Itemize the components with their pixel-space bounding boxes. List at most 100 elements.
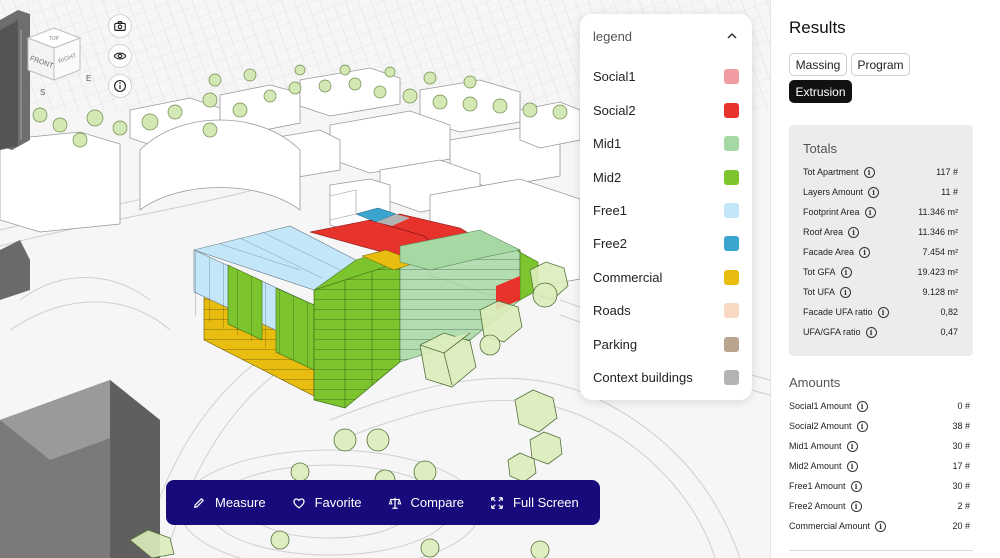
totals-label: Tot UFA [803, 287, 836, 297]
amounts-label: Commercial Amount [789, 521, 871, 531]
legend-item-free1: Free1 [593, 200, 739, 220]
info-icon[interactable]: i [877, 306, 889, 318]
amounts-row: Free1 Amount i 30 # [789, 479, 970, 493]
totals-row: Footprint Area i 11.346 m² [803, 205, 958, 219]
totals-label: Tot GFA [803, 267, 836, 277]
totals-row: UFA/GFA ratio i 0,47 [803, 325, 958, 339]
amounts-row: Mid1 Amount i 30 # [789, 439, 970, 453]
info-icon[interactable]: i [846, 440, 858, 452]
legend-item-commercial: Commercial [593, 267, 739, 287]
camera-button[interactable] [108, 14, 132, 38]
amounts-label: Social1 Amount [789, 401, 852, 411]
info-icon[interactable]: i [856, 420, 868, 432]
info-icon[interactable]: i [859, 246, 871, 258]
totals-value: 19.423 m² [917, 267, 958, 277]
totals-value: 11.346 m² [918, 207, 958, 217]
amounts-value: 0 # [957, 401, 970, 411]
legend-title: legend [593, 28, 633, 44]
3d-viewport[interactable]: TOP FRONT RIGHT E S legend Social1 Socia… [0, 0, 770, 558]
tab-extrusion[interactable]: Extrusion [789, 80, 852, 103]
favorite-button[interactable]: Favorite [292, 495, 362, 510]
info-icon[interactable]: i [846, 460, 858, 472]
favorite-label: Favorite [314, 495, 362, 510]
info-icon[interactable]: i [875, 520, 887, 532]
amounts-value: 2 # [957, 501, 970, 511]
info-icon[interactable]: i [848, 226, 860, 238]
full-screen-button[interactable]: Full Screen [490, 495, 579, 510]
legend-panel: legend Social1 Social2 Mid1 Mid2 Free1 F… [580, 14, 752, 400]
legend-swatch [724, 68, 739, 84]
full-screen-label: Full Screen [513, 495, 579, 510]
legend-item-social1: Social1 [593, 66, 739, 86]
chevron-up-icon[interactable] [726, 30, 738, 42]
legend-swatch [724, 169, 739, 185]
legend-label: Parking [593, 336, 638, 352]
totals-row: Tot Apartment i 117 # [803, 165, 958, 179]
legend-label: Social2 [593, 102, 636, 118]
measure-button[interactable]: Measure [192, 495, 266, 510]
totals-row: Roof Area i 11.346 m² [803, 225, 958, 239]
info-icon[interactable]: i [863, 166, 875, 178]
info-icon[interactable]: i [840, 286, 852, 298]
compare-label: Compare [410, 495, 465, 510]
amounts-row: Social1 Amount i 0 # [789, 399, 970, 413]
totals-label: Roof Area [803, 227, 844, 237]
info-icon[interactable]: i [868, 186, 880, 198]
results-panel: Results Massing Program Extrusion Totals… [770, 0, 1000, 558]
amounts-label: Mid1 Amount [789, 441, 842, 451]
scale-icon [388, 497, 401, 509]
info-icon[interactable]: i [850, 500, 862, 512]
view-cube-top[interactable]: TOP [49, 36, 60, 42]
legend-swatch [724, 102, 739, 118]
view-cube[interactable]: TOP FRONT RIGHT [22, 22, 86, 86]
info-icon[interactable]: i [856, 400, 868, 412]
results-title: Results [789, 18, 846, 37]
legend-swatch [724, 269, 739, 285]
amounts-value: 38 # [952, 421, 970, 431]
info-icon [114, 80, 126, 92]
amounts-label: Free1 Amount [789, 481, 846, 491]
legend-label: Social1 [593, 68, 636, 84]
pencil-icon [194, 497, 204, 508]
info-icon[interactable]: i [840, 266, 852, 278]
amounts-title: Amounts [789, 375, 841, 390]
legend-header[interactable]: legend [580, 14, 752, 58]
expand-icon [491, 496, 503, 509]
amounts-row: Social2 Amount i 38 # [789, 419, 970, 433]
tab-program[interactable]: Program [851, 53, 910, 76]
visibility-button[interactable] [108, 44, 132, 68]
totals-label: Tot Apartment [803, 167, 859, 177]
totals-label: Layers Amount [803, 187, 864, 197]
totals-label: Footprint Area [803, 207, 860, 217]
amounts-value: 30 # [952, 481, 970, 491]
info-icon[interactable]: i [865, 326, 877, 338]
legend-label: Mid2 [593, 169, 622, 185]
totals-row: Layers Amount i 11 # [803, 185, 958, 199]
amounts-row: Mid2 Amount i 17 # [789, 459, 970, 473]
amounts-row: Commercial Amount i 20 # [789, 519, 970, 533]
info-icon[interactable]: i [850, 480, 862, 492]
legend-item-roads: Roads [593, 300, 739, 320]
legend-swatch [724, 302, 739, 318]
info-icon[interactable]: i [864, 206, 876, 218]
totals-value: 0,82 [940, 307, 958, 317]
legend-label: Mid1 [593, 135, 622, 151]
totals-title: Totals [803, 141, 837, 156]
totals-row: Tot GFA i 19.423 m² [803, 265, 958, 279]
legend-label: Free1 [593, 202, 627, 218]
totals-value: 7.454 m² [922, 247, 958, 257]
heart-icon [292, 497, 305, 508]
amounts-label: Free2 Amount [789, 501, 846, 511]
legend-item-mid2: Mid2 [593, 167, 739, 187]
legend-label: Commercial [593, 269, 663, 285]
totals-row: Facade Area i 7.454 m² [803, 245, 958, 259]
totals-value: 117 # [936, 167, 958, 177]
compare-button[interactable]: Compare [388, 495, 464, 510]
legend-swatch [724, 135, 739, 151]
totals-section: Totals Tot Apartment i 117 # Layers Amount… [789, 125, 973, 356]
info-button[interactable] [108, 74, 132, 98]
legend-item-free2: Free2 [593, 233, 739, 253]
legend-swatch [724, 369, 739, 385]
legend-label: Roads [593, 302, 631, 318]
tab-massing[interactable]: Massing [789, 53, 847, 76]
